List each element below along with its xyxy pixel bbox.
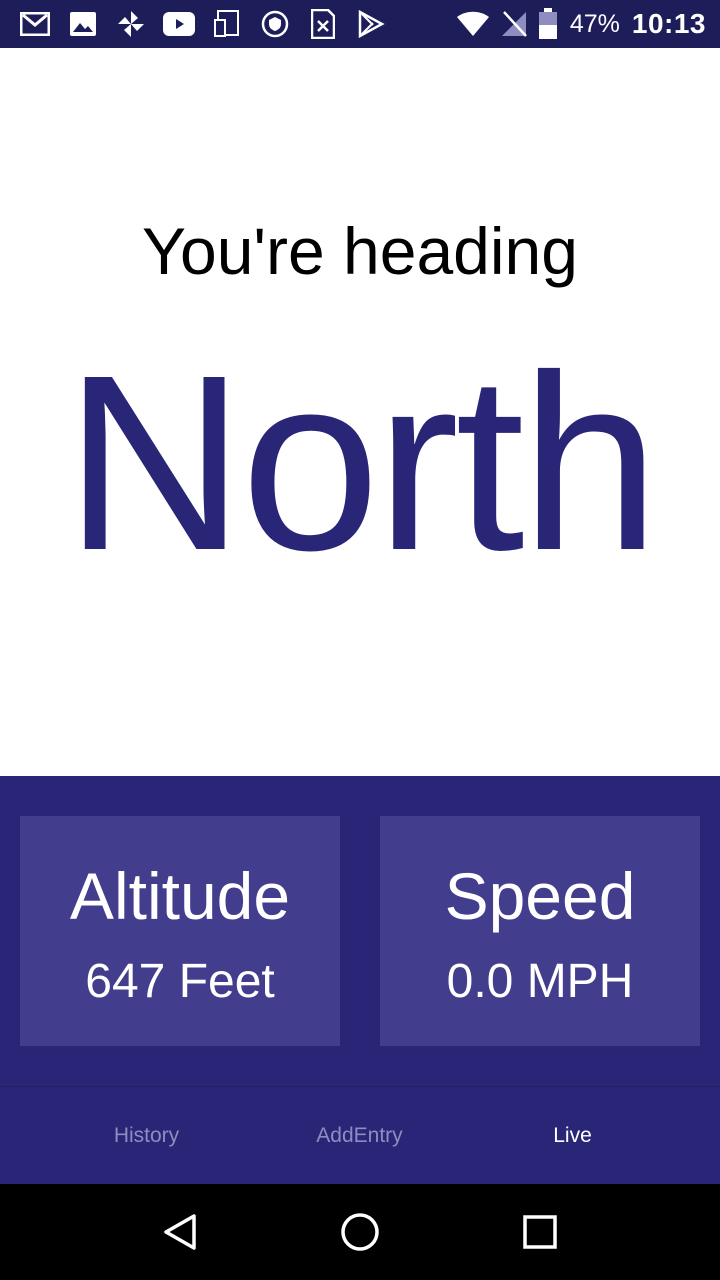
- heading-section: You're heading North: [0, 48, 720, 776]
- stats-section: Altitude 647 Feet Speed 0.0 MPH: [0, 776, 720, 1086]
- youtube-icon: [162, 9, 196, 39]
- photos-icon: [66, 9, 100, 39]
- status-bar: 47% 10:13: [0, 0, 720, 48]
- shield-icon: [258, 9, 292, 39]
- tab-history[interactable]: History: [40, 1124, 253, 1148]
- heading-direction: North: [64, 323, 659, 602]
- clock: 10:13: [631, 8, 706, 39]
- play-store-icon: [354, 9, 388, 39]
- battery-icon: [538, 8, 558, 40]
- back-button[interactable]: [150, 1202, 210, 1262]
- system-status: 47% 10:13: [446, 8, 706, 40]
- bottom-tab-bar: History AddEntry Live: [0, 1086, 720, 1184]
- battery-percent: 47%: [569, 9, 620, 38]
- notification-icons: [18, 9, 402, 39]
- gmail-icon: [18, 9, 52, 39]
- recents-button[interactable]: [510, 1202, 570, 1262]
- system-nav-bar: [0, 1184, 720, 1280]
- heading-prefix: You're heading: [142, 214, 578, 288]
- altitude-title: Altitude: [69, 859, 291, 933]
- speed-card: Speed 0.0 MPH: [380, 816, 700, 1046]
- altitude-value: 647 Feet: [85, 955, 275, 1008]
- speed-value: 0.0 MPH: [446, 955, 634, 1008]
- tab-live[interactable]: Live: [466, 1124, 679, 1148]
- no-signal-icon: [500, 10, 528, 38]
- home-circle-icon: [341, 1213, 379, 1251]
- back-triangle-icon: [164, 1214, 196, 1250]
- speed-title: Speed: [444, 859, 636, 933]
- recents-square-icon: [523, 1215, 557, 1249]
- device-icon: [210, 9, 244, 39]
- sim-icon: [306, 9, 340, 39]
- pinwheel-icon: [114, 9, 148, 39]
- wifi-icon: [456, 11, 490, 37]
- altitude-card: Altitude 647 Feet: [20, 816, 340, 1046]
- home-button[interactable]: [330, 1202, 390, 1262]
- tab-addentry[interactable]: AddEntry: [253, 1124, 466, 1148]
